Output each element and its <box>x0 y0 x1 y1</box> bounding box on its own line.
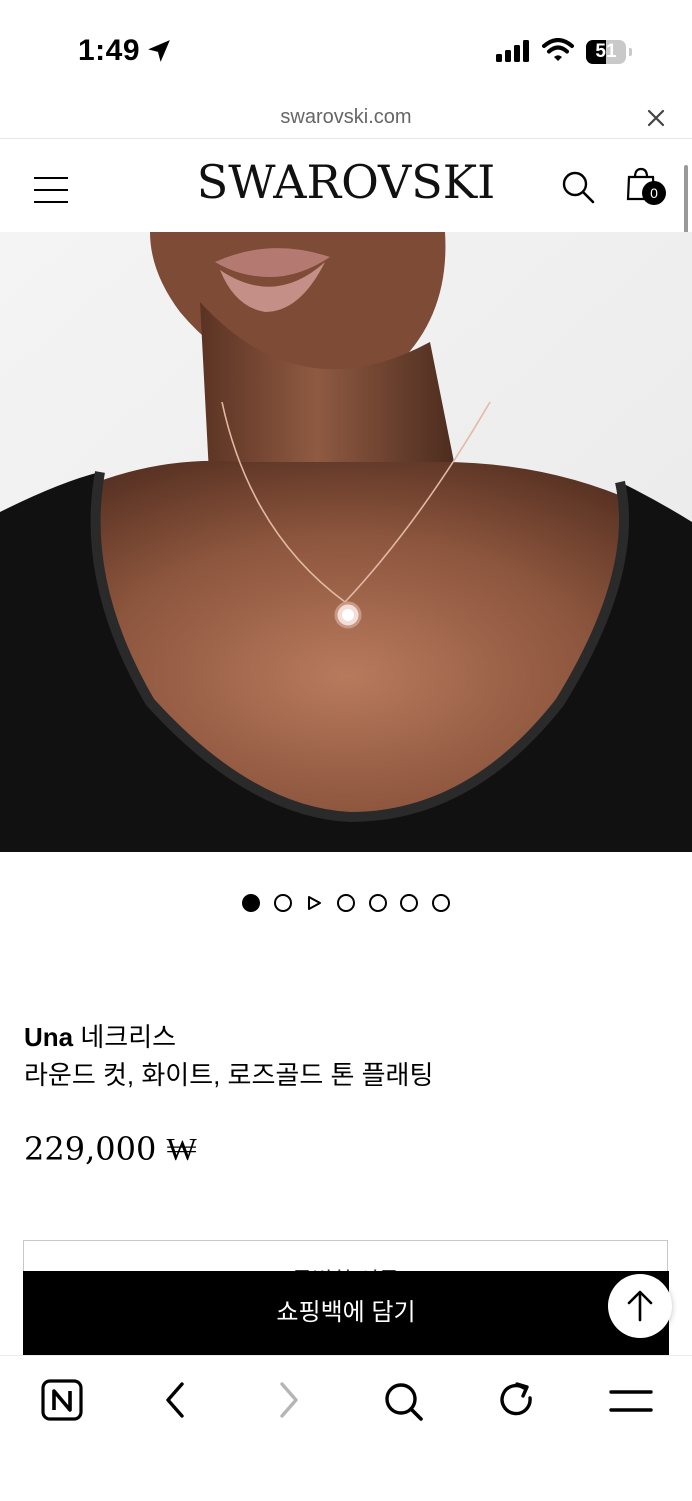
battery-nub <box>629 48 632 56</box>
carousel-dot[interactable] <box>274 894 292 912</box>
status-time: 1:49 <box>78 34 141 67</box>
forward-icon[interactable] <box>264 1376 314 1426</box>
scroll-to-top-button[interactable] <box>608 1274 672 1338</box>
carousel-dot[interactable] <box>337 894 355 912</box>
product-photo <box>0 232 692 852</box>
product-brand: Una <box>24 1022 74 1052</box>
carousel-dot[interactable] <box>432 894 450 912</box>
product-type: 네크리스 <box>73 1022 177 1052</box>
wifi-icon <box>542 38 574 61</box>
arrow-up-icon <box>627 1290 653 1322</box>
product-price: 229,000 ₩ <box>24 1130 197 1168</box>
product-title: Una 네크리스 <box>24 1018 176 1056</box>
search-icon[interactable] <box>560 169 596 205</box>
location-arrow-icon <box>148 40 170 62</box>
add-to-bag-button[interactable]: 쇼핑백에 담기 <box>23 1271 669 1355</box>
back-icon[interactable] <box>150 1376 200 1426</box>
battery-level: 51 <box>595 41 617 62</box>
cart-count-badge: 0 <box>642 181 666 205</box>
naver-icon[interactable] <box>38 1376 88 1426</box>
carousel-indicators <box>0 894 692 916</box>
product-description: 라운드 컷, 화이트, 로즈골드 톤 플래팅 <box>24 1060 434 1090</box>
carousel-dot[interactable] <box>242 894 260 912</box>
product-image[interactable] <box>0 232 692 852</box>
close-icon[interactable] <box>644 106 668 130</box>
browser-toolbar <box>0 1355 692 1501</box>
url-text[interactable]: swarovski.com <box>0 106 692 129</box>
menu-icon[interactable] <box>606 1376 656 1426</box>
status-bar: 1:49 51 <box>0 0 692 100</box>
site-header: SWAROVSKI 0 <box>0 139 692 232</box>
search-icon[interactable] <box>378 1376 428 1426</box>
carousel-dot[interactable] <box>369 894 387 912</box>
carousel-dot[interactable] <box>400 894 418 912</box>
play-icon[interactable] <box>306 895 322 911</box>
signal-icon <box>496 40 529 62</box>
address-bar[interactable]: swarovski.com <box>0 100 692 139</box>
refresh-icon[interactable] <box>492 1376 542 1426</box>
shopping-bag-button[interactable]: 0 <box>626 167 670 211</box>
battery-icon: 51 <box>586 40 632 64</box>
